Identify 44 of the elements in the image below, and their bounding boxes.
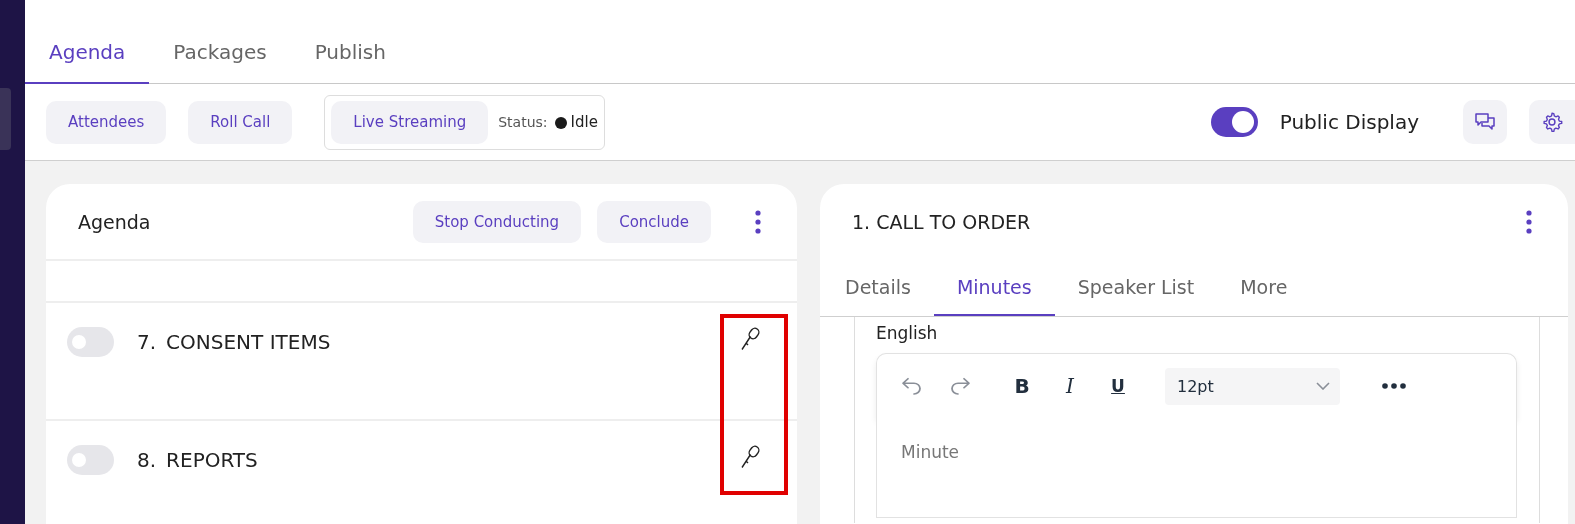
item-title: REPORTS [166, 448, 258, 472]
toggle-switch[interactable] [67, 327, 114, 357]
settings-button[interactable] [1529, 100, 1575, 144]
tab[interactable]: Minutes [933, 260, 1055, 316]
language-label: English [876, 323, 939, 343]
tab[interactable]: Speaker List [1054, 260, 1218, 316]
panel-title: 1. CALL TO ORDER [852, 211, 1031, 233]
toggle-switch[interactable] [67, 445, 114, 475]
panel-title: Agenda [78, 210, 151, 233]
underline-button[interactable]: U [1107, 370, 1129, 402]
font-size-value: 12pt [1177, 376, 1214, 396]
more-icon [1526, 210, 1532, 234]
chat-button[interactable] [1463, 100, 1507, 144]
more-icon [755, 209, 761, 234]
item-number: 8. [137, 448, 157, 472]
item-title: CONSENT ITEMS [166, 330, 331, 354]
tab[interactable]: Packages [149, 20, 291, 84]
tab[interactable]: Details [822, 260, 934, 316]
toolbar-button[interactable]: Attendees [46, 100, 167, 144]
bold-button[interactable]: B [1011, 370, 1033, 402]
tab[interactable]: Publish [290, 20, 410, 84]
tab[interactable]: More [1217, 260, 1311, 316]
item-number: 7. [137, 330, 157, 354]
status-text: Idle [570, 113, 598, 131]
panel-button[interactable]: Stop Conducting [412, 200, 582, 243]
microphone-icon [739, 445, 761, 469]
panel-button[interactable]: Conclude [597, 200, 711, 243]
status-label: Status: [498, 114, 548, 130]
more-icon [1382, 383, 1406, 389]
chat-icon [1474, 111, 1496, 133]
settings-icon [1541, 111, 1563, 133]
live-streaming-button[interactable]: Live Streaming [331, 100, 489, 144]
redo-icon [949, 376, 971, 396]
microphone-icon [739, 327, 761, 351]
chevron-down-icon [1316, 382, 1330, 390]
font-size-dropdown[interactable]: 12pt [1165, 367, 1340, 405]
undo-icon [901, 376, 923, 396]
minute-field[interactable]: Minute [876, 418, 1517, 518]
agenda-item[interactable]: 7. CONSENT ITEMS [46, 303, 797, 421]
agenda-item[interactable]: 8. REPORTS [46, 421, 797, 524]
public-display-label: Public Display [1279, 110, 1419, 134]
toggle-switch[interactable] [1210, 107, 1258, 137]
toolbar-button[interactable]: Roll Call [188, 100, 293, 144]
italic-button[interactable]: I [1059, 370, 1081, 402]
